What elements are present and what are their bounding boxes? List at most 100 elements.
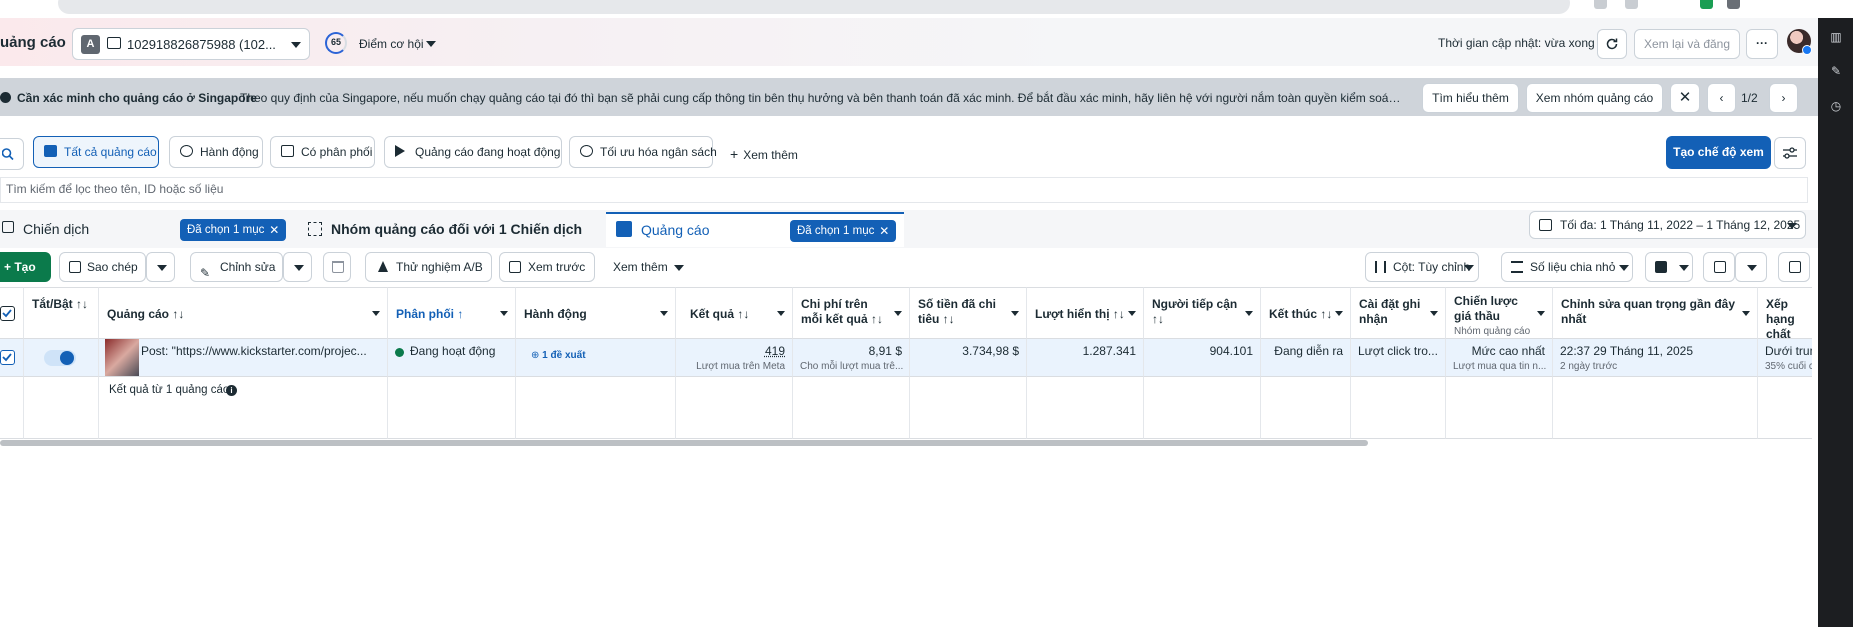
account-selector[interactable]: A 102918826875988 (102... <box>72 28 310 60</box>
col-header-reach[interactable]: Người tiếp cận ↑↓ <box>1144 287 1261 339</box>
tab-ads[interactable]: Quảng cáo Đã chọn 1 mục ✕ <box>606 212 904 247</box>
ad-account-icon <box>107 37 121 49</box>
more-options-button[interactable]: ··· <box>1746 29 1778 59</box>
col-header-bid-strategy[interactable]: Chiến lược giá thầu Nhóm quảng cáo <box>1446 287 1553 339</box>
clock-icon[interactable]: ◷ <box>1829 99 1843 113</box>
col-header-ends[interactable]: Kết thúc ↑↓ <box>1261 287 1351 339</box>
date-range-picker[interactable]: Tối đa: 1 Tháng 11, 2022 – 1 Tháng 12, 2… <box>1529 211 1806 239</box>
ad-selected-chip[interactable]: Đã chọn 1 mục ✕ <box>790 220 897 242</box>
breakdown-button[interactable]: Số liệu chia nhỏ <box>1501 252 1633 282</box>
chevron-down-icon[interactable] <box>1335 311 1343 316</box>
page-title: uảng cáo <box>0 34 66 51</box>
col-header-attribution[interactable]: Cài đặt ghi nhận <box>1351 287 1446 339</box>
chevron-down-icon[interactable] <box>426 41 436 47</box>
col-header-amount-spent[interactable]: Số tiền đã chi tiêu ↑↓ <box>910 287 1027 339</box>
campaign-selected-chip[interactable]: Đã chọn 1 mục ✕ <box>180 219 287 241</box>
extension-icon[interactable] <box>1625 0 1638 9</box>
row-checkbox[interactable] <box>0 350 15 365</box>
col-header-cost-per-result[interactable]: Chi phí trên mỗi kết quả ↑↓ <box>793 287 910 339</box>
ad-status-toggle[interactable] <box>44 350 76 366</box>
col-header-quality[interactable]: Xếp hạng chất lượng <box>1758 287 1812 339</box>
chevron-down-icon[interactable] <box>1537 311 1545 316</box>
filters-see-more[interactable]: + Xem thêm <box>730 146 798 162</box>
tab-campaigns-label: Chiến dịch <box>23 221 90 237</box>
close-icon[interactable]: ✕ <box>269 219 279 241</box>
play-icon <box>395 145 405 157</box>
col-header-last-edit[interactable]: Chỉnh sửa quan trọng gần đây nhất <box>1553 287 1758 339</box>
chevron-down-icon[interactable] <box>372 311 380 316</box>
duplicate-button[interactable]: Sao chép <box>59 252 146 282</box>
chevron-down-icon[interactable] <box>894 311 902 316</box>
search-button[interactable] <box>0 138 24 170</box>
summary-cell <box>516 377 676 439</box>
export-icon <box>1714 261 1726 273</box>
create-button[interactable]: + Tạo <box>0 252 51 282</box>
col-header-ad[interactable]: Quảng cáo ↑↓ <box>99 287 388 339</box>
preview-button[interactable]: Xem trước <box>499 252 595 282</box>
delete-button[interactable] <box>323 252 351 282</box>
ad-name-cell[interactable]: Post: "https://www.kickstarter.com/proje… <box>99 339 388 377</box>
columns-icon <box>1375 261 1386 273</box>
learn-more-button[interactable]: Tìm hiểu thêm <box>1422 83 1519 113</box>
export-dropdown[interactable] <box>1735 252 1767 282</box>
review-publish-button[interactable]: Xem lại và đăng <box>1634 29 1740 59</box>
view-settings-button[interactable] <box>1774 137 1806 169</box>
chevron-down-icon[interactable] <box>777 311 785 316</box>
cost-per-result-cell: 8,91 $ Cho mỗi lượt mua trê... <box>793 339 910 377</box>
results-value[interactable]: 419 <box>683 344 785 358</box>
chart-icon[interactable]: ▥ <box>1829 30 1843 44</box>
close-icon[interactable]: ✕ <box>1670 83 1700 113</box>
address-bar[interactable] <box>58 0 1570 14</box>
extension-icon[interactable] <box>1700 0 1713 9</box>
tab-campaigns[interactable]: Chiến dịch Đã chọn 1 mục ✕ <box>0 212 296 247</box>
edit-button[interactable]: ✎ Chỉnh sửa <box>190 252 283 282</box>
close-icon[interactable]: ✕ <box>879 220 889 242</box>
reports-button[interactable] <box>1645 252 1693 282</box>
filter-actions[interactable]: Hành động <box>169 136 263 168</box>
search-input[interactable] <box>6 182 706 196</box>
filter-budget-optimization[interactable]: Tối ưu hóa ngân sách <box>569 136 717 168</box>
opportunity-score[interactable]: 65 <box>325 32 347 54</box>
info-icon[interactable]: i <box>226 385 237 396</box>
chevron-down-icon <box>291 42 301 48</box>
col-header-results[interactable]: Kết quả ↑↓ <box>676 287 793 339</box>
charts-button[interactable] <box>1778 252 1810 282</box>
col-header-label: Kết quả ↑↓ <box>690 307 750 321</box>
tab-adsets[interactable]: Nhóm quảng cáo đối với 1 Chiến dịch <box>300 212 602 247</box>
filter-has-delivery[interactable]: Có phân phối <box>270 136 375 168</box>
toolbar-see-more[interactable]: Xem thêm <box>613 260 668 274</box>
export-button[interactable] <box>1703 252 1735 282</box>
chevron-down-icon[interactable] <box>1011 311 1019 316</box>
view-adsets-button[interactable]: Xem nhóm quảng cáo <box>1526 83 1663 113</box>
ab-test-button[interactable]: Thử nghiệm A/B <box>365 252 492 282</box>
chevron-down-icon[interactable] <box>1245 311 1253 316</box>
chevron-down-icon[interactable] <box>1128 311 1136 316</box>
col-header-impressions[interactable]: Lượt hiển thị ↑↓ <box>1027 287 1144 339</box>
chevron-down-icon[interactable] <box>674 265 684 271</box>
col-header-delivery[interactable]: Phân phối ↑ <box>388 287 516 339</box>
chevron-down-icon[interactable] <box>500 311 508 316</box>
filter-active-ads[interactable]: Quảng cáo đang hoạt động <box>384 136 562 168</box>
search-icon <box>2 148 14 161</box>
chevron-down-icon[interactable] <box>1430 311 1438 316</box>
horizontal-scrollbar[interactable] <box>0 440 1368 446</box>
duplicate-dropdown[interactable] <box>146 252 175 282</box>
extension-icon[interactable] <box>1727 0 1740 9</box>
col-header-actions[interactable]: Hành động <box>516 287 676 339</box>
opportunity-score-label[interactable]: Điểm cơ hội <box>359 37 424 51</box>
columns-button[interactable]: Cột: Tùy chỉnh <box>1365 252 1479 282</box>
recommendations-link[interactable]: 1 đề xuất <box>542 350 585 361</box>
col-header-toggle[interactable]: Tắt/Bật ↑↓ <box>24 287 99 339</box>
extension-icon[interactable] <box>1594 0 1607 9</box>
last-updated-text: Thời gian cập nhật: vừa xong <box>1438 36 1595 50</box>
select-all-checkbox[interactable] <box>0 306 15 321</box>
create-view-button[interactable]: Tạo chế độ xem <box>1666 136 1771 169</box>
chevron-right-icon[interactable]: › <box>1769 83 1798 113</box>
edit-dropdown[interactable] <box>283 252 312 282</box>
filter-all-ads[interactable]: Tất cả quảng cáo <box>33 136 159 168</box>
chevron-down-icon[interactable] <box>1742 311 1750 316</box>
pencil-icon[interactable]: ✎ <box>1829 64 1843 78</box>
refresh-button[interactable] <box>1597 29 1627 59</box>
chevron-down-icon[interactable] <box>660 311 668 316</box>
chevron-left-icon[interactable]: ‹ <box>1707 83 1736 113</box>
